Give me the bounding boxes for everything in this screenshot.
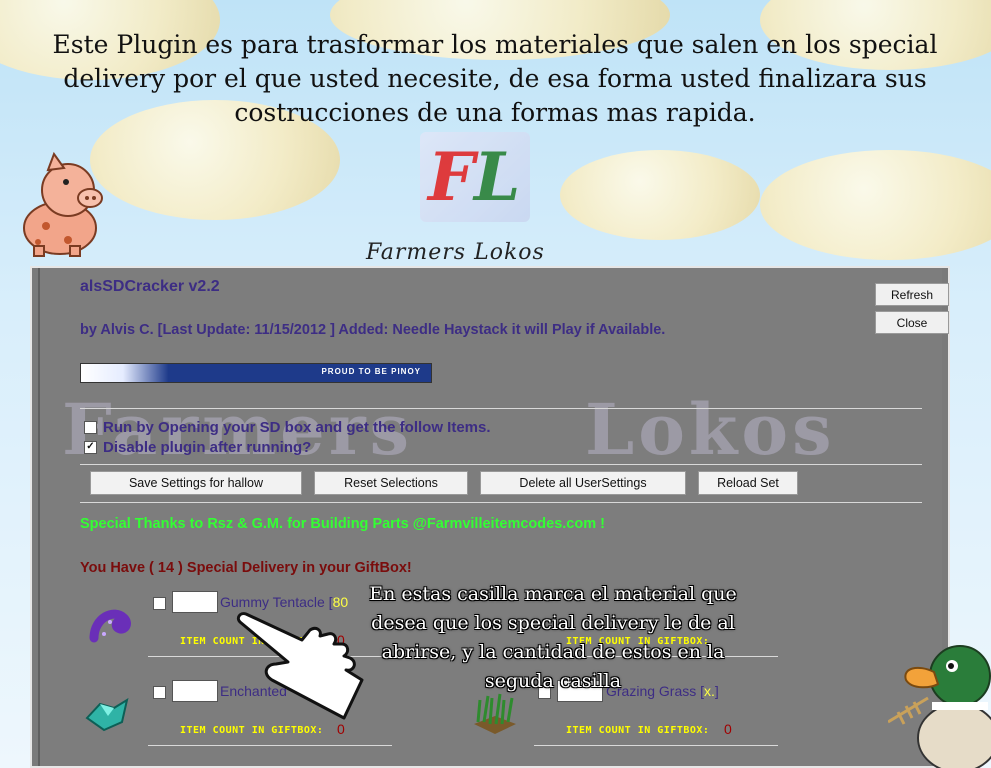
pointing-hand-icon: [236, 612, 364, 720]
thanks-text: Special Thanks to Rsz & G.M. for Buildin…: [80, 516, 605, 532]
item-count-value: 0: [724, 721, 732, 737]
header-description: Este Plugin es para trasformar los mater…: [52, 30, 938, 127]
option-run-by-opening[interactable]: Run by Opening your SD box and get the f…: [84, 419, 491, 436]
item-quantity-input[interactable]: [172, 680, 218, 702]
option-checkbox-checked[interactable]: ✓: [84, 441, 97, 454]
fl-logo: F L: [420, 132, 530, 222]
banner-text: PROUD TO BE PINOY: [321, 367, 421, 376]
close-button[interactable]: Close: [875, 311, 949, 334]
item-count-value: 0: [337, 721, 345, 737]
divider: [80, 502, 922, 503]
refresh-button[interactable]: Refresh: [875, 283, 949, 306]
divider: [80, 408, 922, 409]
watermark-lokos: Lokos: [585, 388, 836, 471]
byline-text: by Alvis C. [Last Update: 11/15/2012 ] A…: [80, 322, 666, 338]
item-checkbox[interactable]: [153, 686, 166, 699]
reset-selections-button[interactable]: Reset Selections: [314, 471, 468, 495]
option-disable-after-running[interactable]: ✓ Disable plugin after running?: [84, 439, 311, 456]
proud-banner: PROUD TO BE PINOY: [80, 363, 432, 383]
delete-usersettings-button[interactable]: Delete all UserSettings: [480, 471, 686, 495]
cloud-decoration: [760, 150, 991, 260]
duck-icon: [888, 645, 991, 768]
logo-letter-l: L: [474, 138, 521, 216]
crystal-icon: [85, 697, 129, 732]
pig-icon: [23, 151, 103, 257]
window-title: alsSDCracker v2.2: [80, 278, 220, 295]
tentacle-icon: [89, 609, 131, 643]
instruction-overlay: En estas casilla marca el material que d…: [369, 583, 737, 692]
divider: [80, 464, 922, 465]
item-count-label: ITEM COUNT IN GIFTBOX:: [566, 725, 710, 736]
reload-set-button[interactable]: Reload Set: [698, 471, 798, 495]
item-quantity-input[interactable]: [172, 591, 218, 613]
divider: [148, 745, 392, 746]
brand-text: Farmers Lokos: [366, 240, 545, 265]
giftbox-count-text: You Have ( 14 ) Special Delivery in your…: [80, 560, 412, 576]
save-settings-button[interactable]: Save Settings for hallow: [90, 471, 302, 495]
divider: [534, 745, 778, 746]
logo-letter-f: F: [428, 138, 475, 216]
cloud-decoration: [560, 150, 760, 240]
option-label: Disable plugin after running?: [103, 439, 312, 456]
item-checkbox[interactable]: [153, 597, 166, 610]
item-count-label: ITEM COUNT IN GIFTBOX:: [180, 725, 324, 736]
option-label: Run by Opening your SD box and get the f…: [103, 419, 491, 436]
option-checkbox[interactable]: [84, 421, 97, 434]
